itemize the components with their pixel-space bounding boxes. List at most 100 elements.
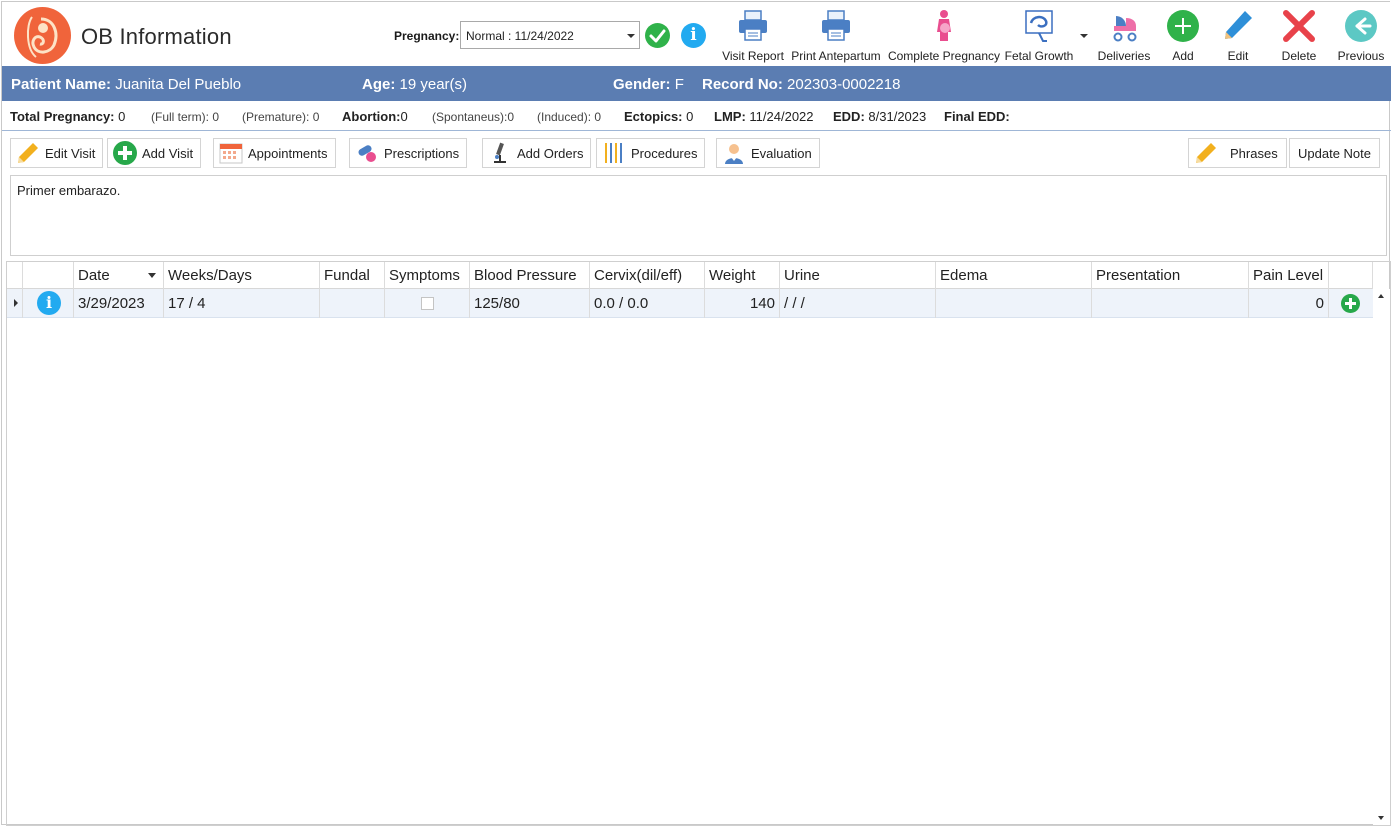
column-header-pain-level[interactable]: Pain Level	[1249, 262, 1329, 289]
column-header-cervix[interactable]: Cervix(dil/eff)	[590, 262, 705, 289]
add-button[interactable]: Add	[1160, 6, 1206, 64]
table-row[interactable]: i 3/29/2023 17 / 4 125/80 0.0 / 0.0 140 …	[7, 289, 1373, 318]
grid-header: Date Weeks/Days Fundal Symptoms Blood Pr…	[7, 262, 1373, 289]
cell-cervix: 0.0 / 0.0	[590, 289, 705, 318]
doctor-icon	[722, 141, 746, 165]
procedures-button[interactable]: Procedures	[596, 138, 706, 168]
previous-button[interactable]: Previous	[1334, 6, 1388, 64]
printer-icon	[735, 8, 771, 44]
cell-presentation	[1092, 289, 1249, 318]
scroll-up-icon[interactable]	[1378, 294, 1384, 298]
chevron-down-icon	[627, 34, 635, 38]
print-antepartum-button[interactable]: Print Antepartum	[788, 6, 884, 64]
visit-note-text: Primer embarazo.	[17, 183, 121, 198]
add-visit-button[interactable]: Add Visit	[107, 138, 202, 168]
update-note-button[interactable]: Update Note	[1289, 138, 1380, 168]
cell-urine: / / /	[780, 289, 936, 318]
add-row-icon[interactable]	[1341, 294, 1360, 313]
column-header-weight[interactable]: Weight	[705, 262, 780, 289]
pregnancy-stats: Total Pregnancy: 0 (Full term): 0 (Prema…	[2, 101, 1391, 131]
cell-pain-level: 0	[1249, 289, 1329, 318]
edit-visit-button[interactable]: Edit Visit	[10, 138, 104, 168]
visits-grid: Date Weeks/Days Fundal Symptoms Blood Pr…	[6, 261, 1391, 826]
previous-label: Previous	[1337, 49, 1385, 63]
stat-lmp: LMP: 11/24/2022	[714, 109, 814, 124]
edit-label: Edit	[1227, 49, 1249, 63]
delete-x-icon	[1281, 8, 1317, 44]
calendar-icon	[219, 141, 243, 165]
column-header-urine[interactable]: Urine	[780, 262, 936, 289]
surgical-tools-icon	[602, 141, 626, 165]
stat-total: Total Pregnancy: 0	[10, 109, 126, 124]
appointments-button[interactable]: Appointments	[213, 138, 336, 168]
confirm-check-icon[interactable]	[645, 23, 670, 48]
prescriptions-button[interactable]: Prescriptions	[349, 138, 468, 168]
visit-note-textarea[interactable]: Primer embarazo.	[10, 175, 1387, 256]
stat-premature: (Premature): 0	[242, 110, 320, 124]
patient-info-bar: Patient Name: Juanita Del Pueblo Age: 19…	[2, 66, 1391, 101]
column-header-edema[interactable]: Edema	[936, 262, 1092, 289]
info-icon[interactable]: i	[37, 291, 61, 315]
fetal-growth-button[interactable]: Fetal Growth	[1003, 6, 1075, 64]
sort-descending-icon	[148, 273, 156, 278]
deliveries-label: Deliveries	[1097, 49, 1151, 63]
phrases-button[interactable]: Phrases	[1188, 138, 1287, 168]
patient-age: 19 year(s)	[399, 76, 468, 93]
row-pointer-icon	[14, 299, 18, 307]
pregnancy-label: Pregnancy:	[394, 29, 460, 43]
stat-abortion: Abortion:0	[342, 109, 408, 124]
complete-pregnancy-label: Complete Pregnancy	[887, 49, 1001, 63]
column-header-presentation[interactable]: Presentation	[1092, 262, 1249, 289]
app-window: OB Information Pregnancy: Normal : 11/24…	[1, 1, 1391, 826]
stat-edd: EDD: 8/31/2023	[833, 109, 927, 124]
row-indicator	[7, 289, 23, 318]
cell-blood-pressure: 125/80	[470, 289, 590, 318]
patient-gender: F	[674, 76, 684, 93]
actions-column-header	[1329, 262, 1373, 289]
cell-symptoms	[385, 289, 470, 318]
info-icon[interactable]: i	[681, 23, 706, 48]
evaluation-button[interactable]: Evaluation	[716, 138, 820, 168]
add-label: Add	[1172, 49, 1194, 63]
fetal-growth-label: Fetal Growth	[1004, 49, 1074, 63]
pencil-icon	[16, 141, 40, 165]
add-orders-button[interactable]: Add Orders	[482, 138, 592, 168]
column-header-date[interactable]: Date	[74, 262, 164, 289]
patient-record-field: Record No: 202303-0002218	[702, 76, 901, 93]
column-header-weeks-days[interactable]: Weeks/Days	[164, 262, 320, 289]
scroll-down-icon[interactable]	[1378, 816, 1384, 820]
cell-date: 3/29/2023	[74, 289, 164, 318]
column-header-blood-pressure[interactable]: Blood Pressure	[470, 262, 590, 289]
vertical-scrollbar[interactable]	[1373, 289, 1390, 825]
patient-record: 202303-0002218	[787, 76, 901, 93]
stat-spontaneus: (Spontaneus):0	[432, 110, 515, 124]
stat-fullterm: (Full term): 0	[151, 110, 220, 124]
page-title: OB Information	[81, 24, 232, 49]
fetal-growth-dropdown-icon[interactable]	[1080, 34, 1088, 38]
symptoms-checkbox[interactable]	[421, 297, 434, 310]
deliveries-button[interactable]: Deliveries	[1095, 6, 1153, 64]
cell-weeks-days: 17 / 4	[164, 289, 320, 318]
info-cell: i	[23, 289, 74, 318]
edit-button[interactable]: Edit	[1215, 6, 1261, 64]
baby-stroller-icon	[1106, 8, 1142, 44]
delete-button[interactable]: Delete	[1274, 6, 1324, 64]
visit-report-button[interactable]: Visit Report	[719, 6, 787, 64]
arrow-left-icon	[1343, 8, 1379, 44]
patient-age-field: Age: 19 year(s)	[362, 76, 468, 93]
stat-ectopics: Ectopics: 0	[624, 109, 694, 124]
row-indicator-header	[7, 262, 23, 289]
cell-edema	[936, 289, 1092, 318]
complete-pregnancy-button[interactable]: Complete Pregnancy	[886, 6, 1002, 64]
pencil-icon	[1220, 8, 1256, 44]
column-header-fundal[interactable]: Fundal	[320, 262, 385, 289]
pregnancy-select[interactable]: Normal : 11/24/2022	[460, 21, 640, 49]
column-header-symptoms[interactable]: Symptoms	[385, 262, 470, 289]
stat-final-edd: Final EDD:	[944, 109, 1010, 124]
patient-gender-field: Gender: F	[613, 76, 684, 93]
delete-label: Delete	[1281, 49, 1317, 63]
pregnant-woman-icon	[926, 8, 962, 44]
header: OB Information Pregnancy: Normal : 11/24…	[2, 2, 1391, 66]
add-circle-icon	[1165, 8, 1201, 44]
pills-icon	[355, 141, 379, 165]
